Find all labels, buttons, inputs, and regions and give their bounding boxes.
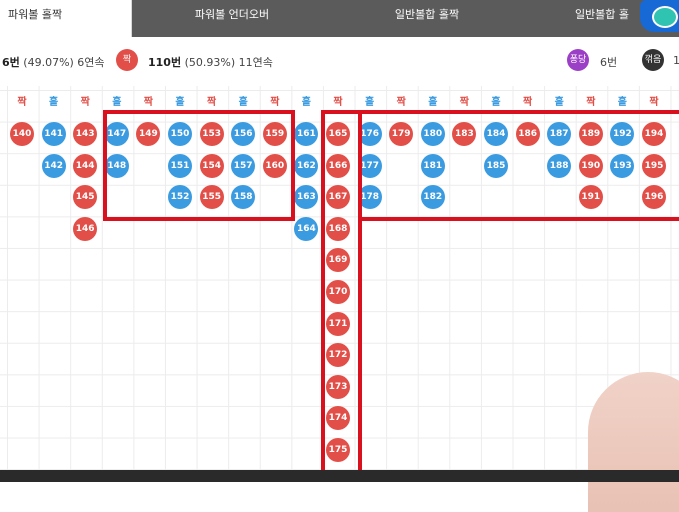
column-header: 짝 — [333, 97, 343, 108]
odd-ball: 188 — [547, 153, 572, 178]
column-header: 짝 — [17, 97, 27, 108]
odd-ball: 148 — [104, 153, 129, 178]
even-ball: 155 — [199, 185, 224, 210]
channel-logo — [640, 0, 679, 32]
odd-ball: 176 — [357, 122, 382, 146]
column-header: 짝 — [586, 97, 596, 108]
even-ball: 144 — [73, 153, 98, 178]
column-header: 짝 — [80, 97, 90, 108]
odd-ball: 141 — [41, 122, 66, 146]
even-ball: 179 — [389, 122, 414, 146]
logo-mark-icon — [652, 6, 678, 28]
odd-ball: 180 — [420, 122, 445, 146]
column-header: 홀 — [364, 97, 375, 108]
even-badge: 짝 — [116, 49, 138, 71]
column-header: 홀 — [112, 97, 122, 108]
even-percent: (50.93%) 11연속 — [184, 56, 273, 69]
column-header: 짝 — [396, 97, 406, 108]
even-ball: 165 — [326, 122, 350, 146]
odd-ball: 181 — [420, 153, 445, 178]
odd-ball: 185 — [484, 153, 508, 178]
odd-ball: 150 — [168, 122, 192, 146]
odd-ball: 177 — [357, 153, 382, 178]
odd-ball: 187 — [547, 122, 572, 146]
even-ball: 143 — [73, 122, 98, 146]
column-header: 홀 — [175, 97, 185, 108]
stats-bar: 6번 (49.07%) 6연속 짝 110번 (50.93%) 11연속 퐁당 … — [0, 37, 679, 86]
even-ball: 149 — [136, 122, 161, 146]
result-board: 짝 140 홀 141 142 짝 143 144 145 146 홀 147 148 짝 149 홀 150 1… — [0, 86, 679, 482]
odd-ball: 182 — [420, 185, 445, 210]
pongdang-count: 6번 — [600, 56, 618, 69]
odd-ball: 192 — [610, 122, 635, 146]
tab-powerball-odd-even[interactable]: 파워볼 홀짝 — [0, 0, 132, 37]
column-header: 짝 — [459, 97, 469, 108]
odd-percent: (49.07%) 6연속 — [23, 56, 105, 69]
column-header: 짝 — [206, 97, 217, 108]
pongdang-badge: 퐁당 — [567, 49, 589, 71]
even-ball: 168 — [326, 216, 350, 241]
column-header: 홀 — [617, 97, 627, 108]
even-ball: 186 — [515, 122, 540, 146]
even-ball: 173 — [326, 374, 350, 399]
tab-normal-sum-odd-even[interactable]: 일반볼합 홀짝 — [332, 0, 522, 37]
odd-ball: 178 — [357, 185, 382, 210]
tab-powerball-under-over[interactable]: 파워볼 언더오버 — [132, 0, 332, 37]
even-ball: 159 — [262, 122, 287, 146]
odd-ball: 156 — [231, 122, 256, 146]
even-ball: 183 — [452, 122, 477, 146]
even-ball: 146 — [73, 216, 98, 241]
odd-ball: 151 — [168, 153, 192, 178]
tab-bar: 파워볼 홀짝 파워볼 언더오버 일반볼합 홀짝 일반볼합 홀 — [0, 0, 679, 37]
presenter-image — [588, 372, 679, 512]
odd-ball: 162 — [294, 153, 319, 178]
even-ball: 145 — [73, 185, 98, 210]
even-ball: 171 — [326, 311, 350, 336]
even-ball: 194 — [642, 122, 666, 146]
even-ball: 169 — [326, 248, 350, 273]
column-header: 홀 — [48, 97, 59, 108]
column-header: 홀 — [491, 97, 501, 108]
column-header: 짝 — [270, 97, 280, 108]
even-ball: 140 — [10, 122, 34, 146]
even-ball: 154 — [199, 153, 224, 178]
even-ball: 172 — [326, 343, 350, 368]
even-ball: 189 — [578, 122, 603, 146]
even-ball: 170 — [326, 280, 350, 304]
even-ball: 174 — [326, 406, 350, 431]
odd-count: 6번 — [2, 56, 20, 69]
odd-stat: 6번 (49.07%) 6연속 — [2, 54, 105, 70]
even-count: 110번 — [148, 56, 182, 69]
even-ball: 166 — [326, 153, 350, 178]
column-header: 홀 — [554, 97, 564, 108]
odd-ball: 163 — [294, 185, 319, 210]
odd-ball: 147 — [104, 122, 129, 146]
even-ball: 175 — [326, 438, 350, 462]
column-header: 홀 — [301, 97, 311, 108]
subtitle-bar — [0, 470, 679, 482]
turn-count: 1 — [673, 54, 679, 67]
column-header: 짝 — [522, 97, 533, 108]
turn-badge: 꺾음 — [642, 49, 664, 71]
odd-ball: 184 — [484, 122, 508, 146]
odd-ball: 152 — [168, 185, 192, 210]
column-header: 홀 — [238, 97, 248, 108]
even-ball: 196 — [642, 185, 666, 210]
odd-ball: 157 — [231, 153, 256, 178]
even-ball: 195 — [642, 153, 666, 178]
even-stat: 110번 (50.93%) 11연속 — [148, 54, 273, 70]
odd-ball: 193 — [610, 153, 635, 178]
column-header: 홀 — [428, 97, 438, 108]
even-ball: 191 — [578, 185, 603, 210]
even-ball: 153 — [199, 122, 224, 146]
odd-ball: 161 — [294, 122, 319, 146]
odd-ball: 158 — [231, 185, 256, 210]
odd-ball: 142 — [41, 153, 66, 178]
column-header: 짝 — [143, 97, 153, 108]
even-ball: 190 — [578, 153, 603, 178]
column-header: 짝 — [649, 97, 659, 108]
even-ball: 160 — [262, 153, 287, 178]
even-ball: 167 — [326, 185, 350, 210]
odd-ball: 164 — [294, 216, 319, 241]
